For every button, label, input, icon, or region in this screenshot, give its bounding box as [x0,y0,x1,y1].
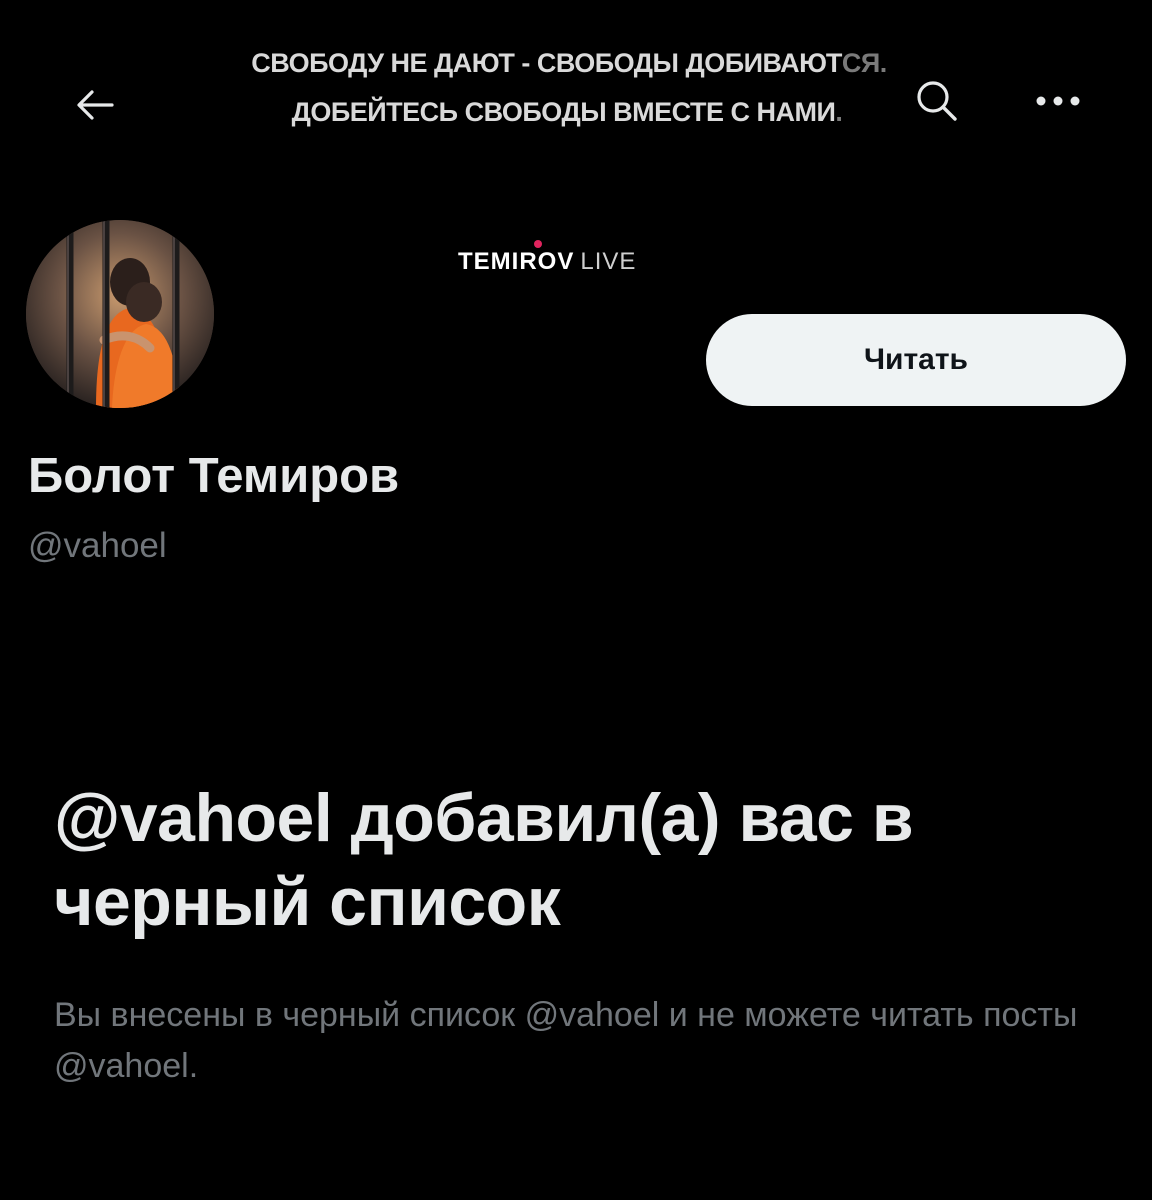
follow-button[interactable]: Читать [706,314,1126,406]
profile-avatar[interactable] [26,220,214,408]
back-button[interactable] [66,76,124,134]
more-button[interactable] [1026,76,1090,126]
search-icon [917,81,957,121]
profile-banner: СВОБОДУ НЕ ДАЮТ - СВОБОДЫ ДОБИВАЮТСЯ. ДО… [0,0,1152,275]
more-horizontal-icon [1036,96,1080,106]
arrow-left-icon [77,90,114,120]
brand-logo: TEMIROV LIVE [458,240,637,276]
banner-slogan-line-2: ДОБЕЙТЕСЬ СВОБОДЫ ВМЕСТЕ С НАМИ. [291,97,843,127]
brand-dot [534,240,542,248]
profile-handle: @vahoel [28,526,167,565]
blocked-title: @vahoel добавил(а) вас в черный список [54,780,914,940]
search-button[interactable] [908,76,966,126]
profile-display-name: Болот Темиров [28,449,400,503]
brand-name: TEMIROV [458,248,575,275]
blocked-description: Вы внесены в черный список @vahoel и не … [54,996,1078,1085]
brand-suffix: LIVE [580,248,637,275]
banner-slogan-line-1: СВОБОДУ НЕ ДАЮТ - СВОБОДЫ ДОБИВАЮТСЯ. [251,48,887,78]
avatar-illustration [26,220,214,408]
